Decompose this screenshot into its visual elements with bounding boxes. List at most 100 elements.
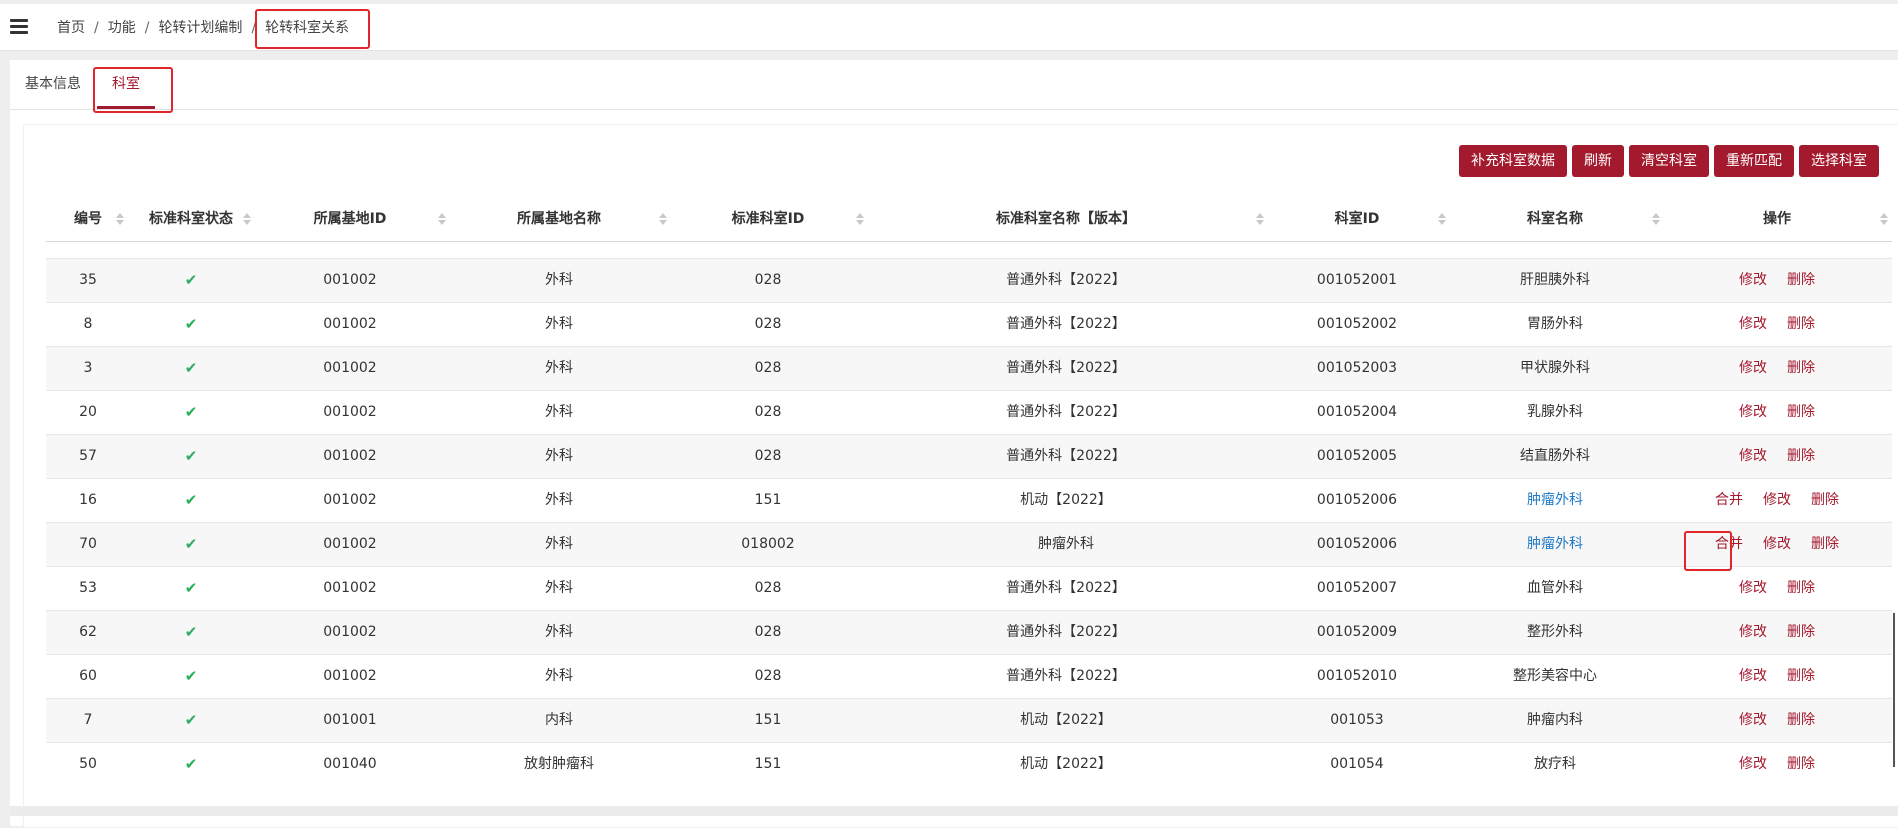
- edit-link[interactable]: 修改: [1739, 743, 1767, 781]
- delete-link[interactable]: 删除: [1787, 241, 1815, 258]
- delete-link[interactable]: 删除: [1787, 655, 1815, 698]
- sort-icon[interactable]: [116, 213, 124, 225]
- row-actions: 修改删除: [1662, 567, 1892, 610]
- cell-std-id: 151: [670, 743, 866, 781]
- table-row[interactable]: 7 ✔ 001001 内科 151 机动【2022】 001053 肿瘤内科 修改 删除: [46, 699, 1892, 743]
- cell-std-id: 028: [670, 567, 866, 610]
- dept-name-link[interactable]: 肿瘤外科: [1527, 536, 1583, 552]
- column-header-base-id[interactable]: 所属基地ID: [252, 197, 448, 241]
- edit-link[interactable]: 修改: [1739, 435, 1767, 478]
- sort-icon[interactable]: [1256, 213, 1264, 225]
- column-header-base-name[interactable]: 所属基地名称: [448, 197, 670, 241]
- table-row[interactable]: 48✔001000传染科151机动【2022】001048传染科修改删除: [46, 241, 1892, 259]
- breadcrumb-function[interactable]: 功能: [108, 18, 136, 38]
- edit-link[interactable]: 修改: [1739, 567, 1767, 610]
- cell-base-name: 外科: [448, 435, 670, 478]
- cell-id: 16: [46, 479, 130, 522]
- edit-link[interactable]: 修改: [1739, 347, 1767, 390]
- rematch-button[interactable]: 重新匹配: [1714, 145, 1794, 177]
- column-header-dept-id[interactable]: 科室ID: [1266, 197, 1448, 241]
- merge-link[interactable]: 合并: [1715, 523, 1743, 566]
- column-header-std-status[interactable]: 标准科室状态: [130, 197, 252, 241]
- table-row[interactable]: 50 ✔ 001040 放射肿瘤科 151 机动【2022】 001054 放疗科 修改 删除: [46, 743, 1892, 781]
- dept-name-link[interactable]: 肿瘤外科: [1527, 492, 1583, 508]
- cell-text: 机动【2022】: [1020, 492, 1112, 508]
- edit-link[interactable]: 修改: [1739, 611, 1767, 654]
- delete-link[interactable]: 删除: [1811, 523, 1839, 566]
- cell-text: 028: [754, 580, 782, 596]
- tab-departments[interactable]: 科室: [112, 74, 140, 94]
- sort-icon[interactable]: [1438, 213, 1446, 225]
- edit-link[interactable]: 修改: [1739, 391, 1767, 434]
- delete-link[interactable]: 删除: [1787, 567, 1815, 610]
- edit-link[interactable]: 修改: [1739, 241, 1767, 258]
- cell-actions: 修改删除: [1662, 435, 1892, 478]
- sort-icon[interactable]: [438, 213, 446, 225]
- cell-status: ✔: [130, 241, 252, 258]
- menu-toggle-icon[interactable]: [10, 19, 28, 35]
- clear-departments-button[interactable]: 清空科室: [1629, 145, 1709, 177]
- table-row[interactable]: 60 ✔ 001002 外科 028 普通外科【2022】 001052010 整形美容中心 修…: [46, 655, 1892, 699]
- edit-link[interactable]: 修改: [1763, 523, 1791, 566]
- cell-status: ✔: [130, 303, 252, 346]
- column-header-actions[interactable]: 操作: [1662, 197, 1892, 241]
- delete-link[interactable]: 删除: [1787, 259, 1815, 302]
- breadcrumb-home[interactable]: 首页: [57, 18, 85, 38]
- cell-text: 028: [754, 272, 782, 288]
- column-header-std-id[interactable]: 标准科室ID: [670, 197, 866, 241]
- vertical-scrollbar[interactable]: [1893, 613, 1895, 767]
- delete-link[interactable]: 删除: [1787, 391, 1815, 434]
- delete-link[interactable]: 删除: [1811, 479, 1839, 522]
- refresh-button[interactable]: 刷新: [1572, 145, 1624, 177]
- sort-icon[interactable]: [856, 213, 864, 225]
- cell-text: 001001: [323, 712, 377, 728]
- tab-basic-info[interactable]: 基本信息: [25, 74, 81, 94]
- cell-text: 放射肿瘤科: [524, 756, 594, 772]
- table-row[interactable]: 16 ✔ 001002 外科 151 机动【2022】 001052006 肿瘤外科 合并 修改删…: [46, 479, 1892, 523]
- check-icon: ✔: [184, 535, 198, 553]
- cell-actions: 修改删除: [1662, 347, 1892, 390]
- table-row[interactable]: 3 ✔ 001002 外科 028 普通外科【2022】 001052003 甲状腺外科 修改删…: [46, 347, 1892, 391]
- horizontal-scrollbar[interactable]: [10, 806, 1898, 816]
- breadcrumb-plan[interactable]: 轮转计划编制: [158, 18, 242, 38]
- table-row[interactable]: 70 ✔ 001002 外科 018002 肿瘤外科 001052006 肿瘤外科 合并 修改 删除: [46, 523, 1892, 567]
- cell-std-name: 机动【2022】: [866, 699, 1266, 742]
- table-row[interactable]: 62 ✔ 001002 外科 028 普通外科【2022】 001052009 整形外科 修改删…: [46, 611, 1892, 655]
- edit-link[interactable]: 修改: [1739, 655, 1767, 698]
- table-row[interactable]: 20 ✔ 001002 外科 028 普通外科【2022】 001052004 乳腺外科 修改删…: [46, 391, 1892, 435]
- sort-icon[interactable]: [1652, 213, 1660, 225]
- column-header-dept-name[interactable]: 科室名称: [1448, 197, 1662, 241]
- delete-link[interactable]: 删除: [1787, 435, 1815, 478]
- sort-icon[interactable]: [243, 213, 251, 225]
- sort-icon[interactable]: [1880, 213, 1888, 225]
- table-row[interactable]: 35 ✔ 001002 外科 028 普通外科【2022】 001052001 肝胆胰外科 修改…: [46, 259, 1892, 303]
- main-card: 基本信息 科室 补充科室数据 刷新 清空科室 重新匹配 选择科室 编号 标准科室…: [10, 60, 1898, 828]
- table-row[interactable]: 57 ✔ 001002 外科 028 普通外科【2022】 001052005 结直肠外科 修改…: [46, 435, 1892, 479]
- cell-text: 001052003: [1316, 360, 1398, 376]
- cell-base-id: 001002: [252, 479, 448, 522]
- delete-link[interactable]: 删除: [1787, 611, 1815, 654]
- cell-text: 外科: [545, 624, 573, 640]
- edit-link[interactable]: 修改: [1739, 259, 1767, 302]
- column-header-std-name[interactable]: 标准科室名称【版本】: [866, 197, 1266, 241]
- edit-link[interactable]: 修改: [1763, 479, 1791, 522]
- delete-link[interactable]: 删除: [1787, 347, 1815, 390]
- table-row[interactable]: 53 ✔ 001002 外科 028 普通外科【2022】 001052007 血管外科 修改删…: [46, 567, 1892, 611]
- sort-icon[interactable]: [659, 213, 667, 225]
- cell-text: 外科: [545, 316, 573, 332]
- delete-link[interactable]: 删除: [1787, 303, 1815, 346]
- cell-text: 外科: [545, 492, 573, 508]
- edit-link[interactable]: 修改: [1739, 699, 1767, 742]
- cell-text: 放疗科: [1534, 756, 1576, 772]
- supplement-dept-data-button[interactable]: 补充科室数据: [1459, 145, 1567, 177]
- check-icon: ✔: [184, 403, 198, 421]
- table-row[interactable]: 8 ✔ 001002 外科 028 普通外科【2022】 001052002 胃肠外科 修改 删除: [46, 303, 1892, 347]
- delete-link[interactable]: 删除: [1787, 699, 1815, 742]
- delete-link[interactable]: 删除: [1787, 743, 1815, 781]
- merge-link[interactable]: 合并: [1715, 479, 1743, 522]
- select-department-button[interactable]: 选择科室: [1799, 145, 1879, 177]
- edit-link[interactable]: 修改: [1739, 303, 1767, 346]
- cell-id: 50: [46, 743, 130, 781]
- cell-id: 62: [46, 611, 130, 654]
- column-header-id[interactable]: 编号: [46, 197, 130, 241]
